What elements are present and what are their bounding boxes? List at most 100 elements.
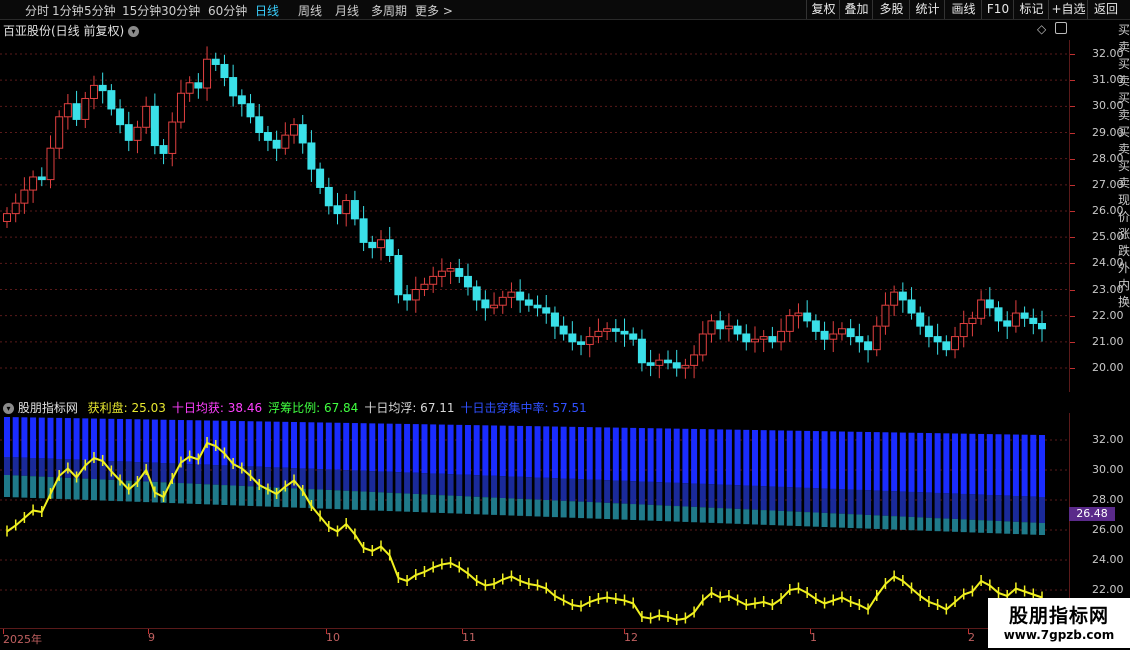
candle-body xyxy=(472,286,481,301)
chip-bar xyxy=(560,500,567,518)
y-tick-mark xyxy=(1070,106,1075,108)
chip-bar xyxy=(995,434,1002,496)
chip-bar xyxy=(760,486,767,511)
candle-body xyxy=(89,84,98,99)
diamond-icon[interactable]: ◇ xyxy=(1037,22,1046,36)
chip-bar xyxy=(1004,434,1011,496)
toolbar-button[interactable]: +自选 xyxy=(1048,0,1088,19)
chip-bar xyxy=(656,428,663,483)
chip-bar xyxy=(578,501,585,519)
candle-body xyxy=(620,330,629,335)
chip-bar xyxy=(343,490,350,510)
chip-bar xyxy=(847,514,854,528)
chip-bar xyxy=(64,418,71,460)
chip-bar xyxy=(925,433,932,493)
chip-bar xyxy=(517,476,524,499)
chip-bar xyxy=(4,417,10,457)
chip-bar xyxy=(230,485,237,506)
chip-bar xyxy=(1012,495,1019,522)
candle-body xyxy=(229,77,238,97)
timeframe-tab[interactable]: 15分钟 xyxy=(122,2,161,19)
candle-body xyxy=(46,147,55,181)
chip-bar xyxy=(447,474,454,496)
chip-bar xyxy=(108,418,115,462)
timeframe-tab[interactable]: 更多 > xyxy=(415,2,453,19)
chip-bar xyxy=(195,483,202,505)
timeframe-tab[interactable]: 日线 xyxy=(255,2,279,19)
chip-bar xyxy=(247,421,254,467)
y-tick-mark xyxy=(1070,211,1075,212)
candlestick-chart[interactable] xyxy=(0,40,1070,392)
chip-bar xyxy=(273,421,280,468)
candle-body xyxy=(350,200,359,220)
chip-bar xyxy=(212,484,219,505)
timeframe-tab[interactable]: 1分钟 xyxy=(52,2,84,19)
timeframe-tab[interactable]: 60分钟 xyxy=(208,2,247,19)
candle-body xyxy=(603,328,612,332)
chip-bar xyxy=(917,492,924,518)
candle-body xyxy=(698,333,707,356)
chevron-down-icon[interactable]: ▾ xyxy=(128,26,140,37)
chip-bar xyxy=(717,508,724,524)
chip-bar xyxy=(247,486,254,506)
chip-bar xyxy=(1039,435,1045,497)
chip-bar xyxy=(978,520,985,533)
toolbar-button[interactable]: 多股 xyxy=(872,0,910,19)
candle-body xyxy=(490,304,499,309)
chip-bar xyxy=(212,465,219,485)
chip-bar xyxy=(865,490,872,515)
chip-bar xyxy=(969,519,976,533)
timeframe-tab[interactable]: 月线 xyxy=(335,2,359,19)
y-tick-mark xyxy=(1070,184,1075,186)
main-chart-title: 百亚股份(日线 前复权) ▾ xyxy=(3,22,140,39)
chip-bar xyxy=(630,504,637,520)
chip-bar xyxy=(430,473,437,495)
chip-bar xyxy=(430,494,437,513)
chip-bar xyxy=(386,492,393,512)
timeframe-tab[interactable]: 30分钟 xyxy=(161,2,200,19)
chip-bar xyxy=(960,519,967,533)
chip-bar xyxy=(804,430,811,488)
current-value-badge: 26.48 xyxy=(1069,507,1115,521)
candle-body xyxy=(577,341,586,345)
chip-bar xyxy=(369,471,376,492)
chip-bar xyxy=(986,434,993,495)
chip-bar xyxy=(438,495,445,513)
candle-body xyxy=(194,82,203,89)
timeframe-tab[interactable]: 多周期 xyxy=(371,2,407,19)
chip-bar xyxy=(525,477,532,500)
chip-bar xyxy=(647,428,654,482)
toolbar-button[interactable]: 叠加 xyxy=(839,0,873,19)
chip-bar xyxy=(543,477,550,501)
toolbar-button[interactable]: 统计 xyxy=(909,0,945,19)
chip-bar xyxy=(534,426,541,478)
timeframe-tab[interactable]: 分时 xyxy=(25,2,49,19)
toolbar-button[interactable]: 复权 xyxy=(806,0,840,19)
candle-body xyxy=(272,139,281,149)
toolbar-button[interactable]: 画线 xyxy=(944,0,982,19)
candle-body xyxy=(359,218,368,243)
candle-body xyxy=(176,92,185,123)
chip-bar xyxy=(699,507,706,523)
chip-bar xyxy=(778,510,785,526)
candle-body xyxy=(559,325,568,335)
toolbar-button[interactable]: 返回 xyxy=(1087,0,1124,19)
timeframe-tab[interactable]: 5分钟 xyxy=(84,2,116,19)
candle-body xyxy=(437,270,446,277)
candle-body xyxy=(376,239,385,249)
candle-body xyxy=(1003,320,1012,327)
candle-body xyxy=(133,126,142,141)
chip-bar xyxy=(908,432,915,492)
indicator-chart[interactable] xyxy=(0,413,1070,628)
x-tick-label: 2025年 xyxy=(3,633,42,646)
candle-body xyxy=(333,205,342,215)
chip-bar xyxy=(125,461,132,481)
timeframe-tab[interactable]: 周线 xyxy=(298,2,322,19)
toolbar-button[interactable]: F10 xyxy=(981,0,1014,19)
chip-bar xyxy=(673,482,680,507)
toolbar-button[interactable]: 标记 xyxy=(1013,0,1049,19)
chip-bar xyxy=(786,487,793,512)
chip-bar xyxy=(969,494,976,520)
settings-icon[interactable] xyxy=(1055,22,1067,34)
chip-bar xyxy=(925,517,932,531)
